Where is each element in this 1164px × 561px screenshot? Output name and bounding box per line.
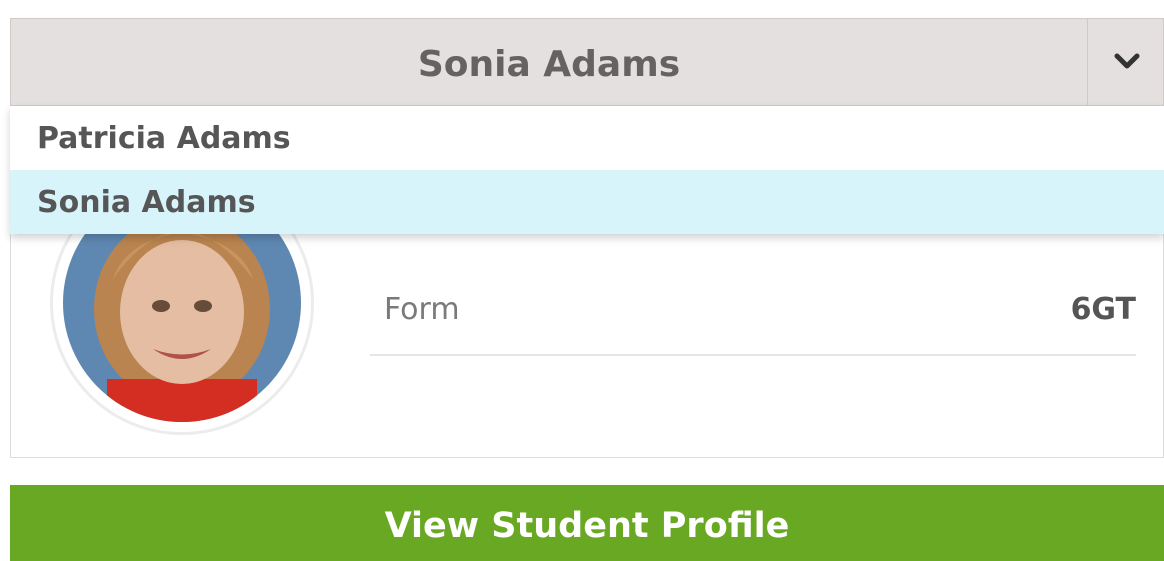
student-dropdown-menu: Patricia Adams Sonia Adams bbox=[10, 106, 1164, 234]
view-student-profile-button[interactable]: View Student Profile bbox=[10, 485, 1164, 561]
student-selector[interactable]: Sonia Adams bbox=[10, 18, 1164, 106]
student-option-sonia[interactable]: Sonia Adams bbox=[10, 170, 1164, 234]
student-panel: Sonia Adams Patricia Adams Sonia Adams F… bbox=[0, 0, 1164, 561]
form-field: Form 6GT bbox=[370, 280, 1136, 356]
student-option-patricia[interactable]: Patricia Adams bbox=[10, 106, 1164, 170]
form-value: 6GT bbox=[1070, 292, 1136, 327]
selected-student-label[interactable]: Sonia Adams bbox=[11, 19, 1087, 105]
form-label: Form bbox=[384, 292, 460, 327]
dropdown-toggle[interactable] bbox=[1087, 19, 1164, 105]
chevron-down-icon bbox=[1114, 53, 1140, 69]
